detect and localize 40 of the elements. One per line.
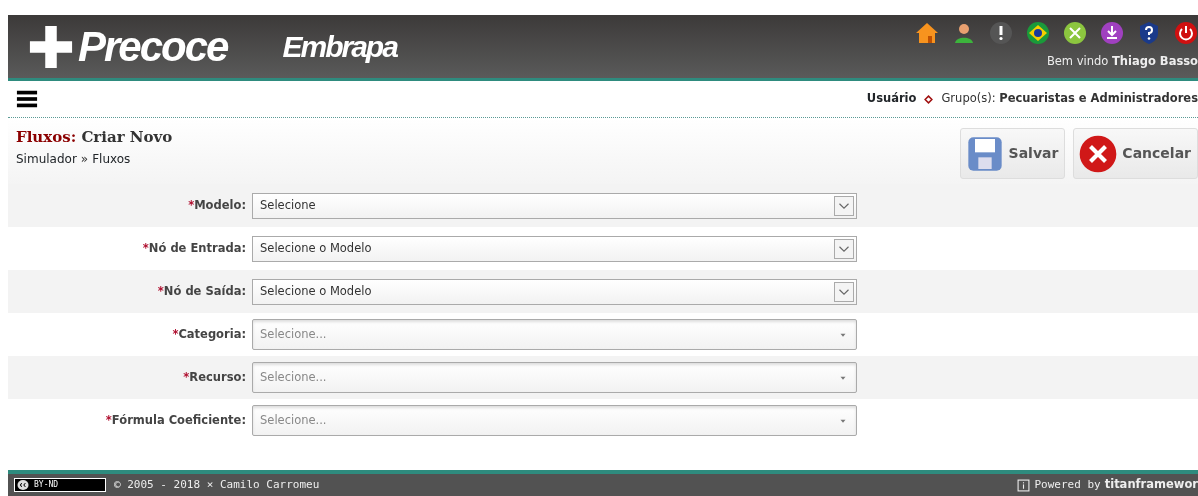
flag-icon[interactable] xyxy=(1026,21,1050,45)
help-icon[interactable] xyxy=(1137,21,1161,45)
combo-field[interactable]: Selecione... xyxy=(252,362,857,393)
field-label: *Categoria: xyxy=(171,325,247,343)
page-title: Fluxos: Criar Novo xyxy=(16,128,173,146)
field-label: *Fórmula Coeficiente: xyxy=(104,411,247,429)
download-icon[interactable] xyxy=(1100,21,1124,45)
plus-icon xyxy=(28,23,74,70)
logo-text: Precoce xyxy=(78,22,228,72)
breadcrumb-separator: » xyxy=(80,151,89,168)
breadcrumb-link[interactable]: Simulador xyxy=(16,150,77,168)
exclamation-icon[interactable] xyxy=(989,21,1013,45)
select-field[interactable]: Selecione o Modelo xyxy=(252,278,857,305)
combo-field[interactable]: Selecione... xyxy=(252,319,857,350)
group-text: Grupo(s): Pecuaristas e Administradores xyxy=(941,90,1198,108)
select-field[interactable]: Selecione o Modelo xyxy=(252,235,857,262)
save-button[interactable]: Salvar xyxy=(959,128,1066,179)
cc-icon xyxy=(15,479,31,491)
power-icon[interactable] xyxy=(1174,21,1198,45)
cancel-button[interactable]: Cancelar xyxy=(1073,128,1198,179)
close-icon xyxy=(1078,133,1119,174)
breadcrumb-link[interactable]: Fluxos xyxy=(92,150,131,168)
profile-link[interactable]: Usuário xyxy=(866,90,917,108)
field-label: *Nó de Entrada: xyxy=(141,239,247,257)
field-label: *Recurso: xyxy=(182,368,247,386)
combo-field[interactable]: Selecione... xyxy=(252,405,857,436)
user-icon[interactable] xyxy=(952,21,976,45)
welcome-text: Bem vindo Thiago Basso xyxy=(1045,53,1198,70)
menu-icon[interactable] xyxy=(16,88,38,110)
copyright-text: © 2005 - 2018 × Camilo Carromeu xyxy=(114,476,320,493)
home-icon[interactable] xyxy=(915,21,939,45)
field-label: *Modelo: xyxy=(187,196,247,214)
powered-by-text: Powered by xyxy=(1034,476,1101,493)
select-field[interactable]: Selecione xyxy=(252,192,857,219)
diamond-icon xyxy=(924,94,934,104)
field-label: *Nó de Saída: xyxy=(156,282,247,300)
license-badge[interactable]: BY-ND xyxy=(14,478,106,492)
partner-logo: Embrapa xyxy=(282,29,397,65)
info-icon xyxy=(1017,478,1031,492)
framework-logo[interactable]: titanframewor xyxy=(1104,476,1198,494)
